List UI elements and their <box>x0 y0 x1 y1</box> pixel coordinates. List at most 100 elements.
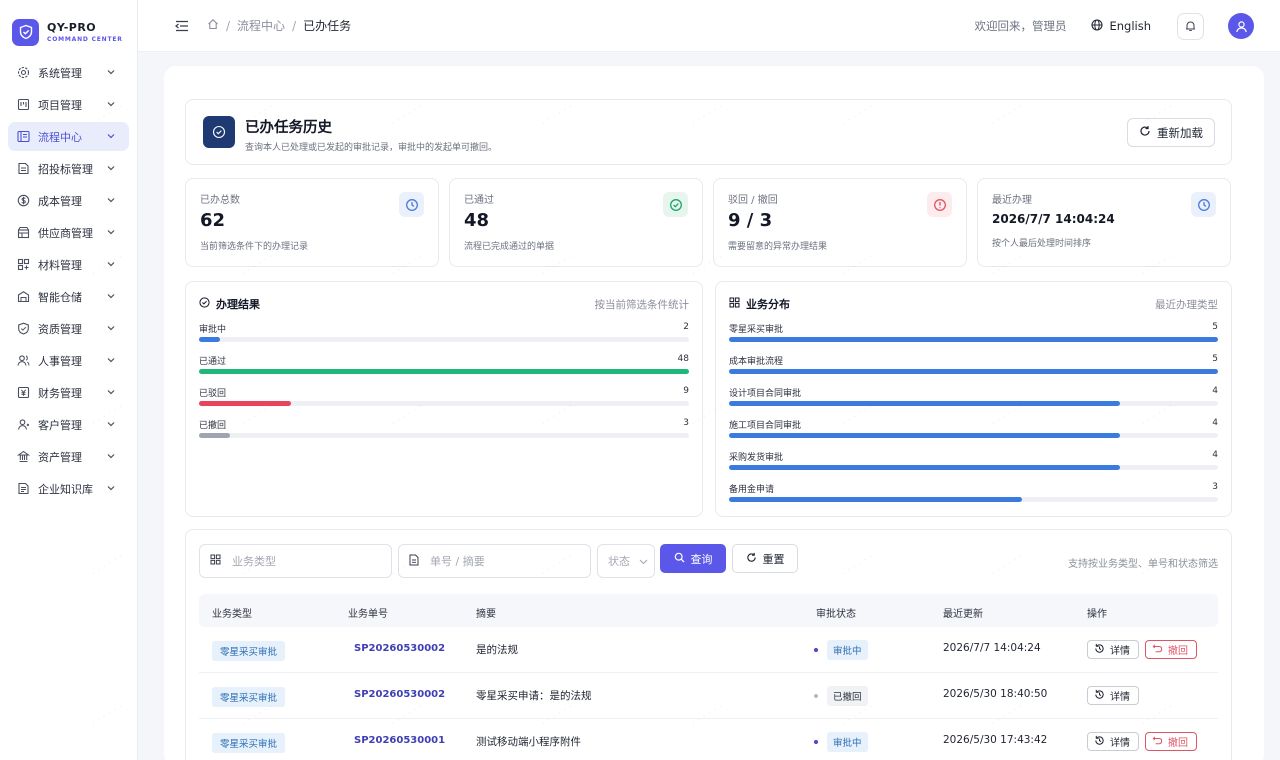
chevron-down-icon <box>106 131 116 141</box>
distribution-bar <box>199 369 689 374</box>
stat-card-latest: 最近办理 2026/7/7 14:04:24 按个人最后处理时间排序 <box>977 178 1231 267</box>
order-number-link[interactable]: SP20260530002 <box>354 689 445 700</box>
alert-circle-icon <box>927 192 952 217</box>
status-label: 审批中 <box>827 732 868 752</box>
business-note: 最近办理类型 <box>1155 299 1218 311</box>
sidebar: QY-PRO COMMAND CENTER 系统管理项目管理流程中心招投标管理成… <box>0 0 138 760</box>
table-row[interactable]: 零星采买审批 SP20260530001 测试移动端小程序附件 审批中 2026/5/3… <box>199 719 1218 760</box>
detail-button[interactable]: 详情 <box>1087 640 1139 659</box>
row-actions: 详情 撤回 <box>1087 732 1197 751</box>
breadcrumb-separator: / <box>226 18 231 33</box>
cost-icon <box>17 194 30 207</box>
sidebar-item-label: 系统管理 <box>38 66 82 80</box>
sidebar-item[interactable]: 项目管理 <box>8 90 129 119</box>
revoke-button[interactable]: 撤回 <box>1145 732 1197 751</box>
distribution-label: 采购发货审批 <box>729 453 784 463</box>
status-badge: 审批中 <box>814 732 868 752</box>
business-type-tag: 零星采买审批 <box>212 687 286 707</box>
history-icon <box>1094 689 1105 703</box>
language-switch[interactable]: English <box>1091 18 1151 34</box>
query-button[interactable]: 查询 <box>660 544 726 573</box>
sidebar-item-label: 人事管理 <box>38 354 82 368</box>
sidebar-item[interactable]: 招投标管理 <box>8 154 129 183</box>
distribution-label: 备用金申请 <box>729 485 775 495</box>
document-icon <box>409 554 419 569</box>
stat-card-rejected: 驳回 / 撤回 9 / 3 需要留意的异常办理结果 <box>713 178 967 267</box>
breadcrumb: / 流程中心 / 已办任务 <box>207 17 351 34</box>
distribution-row: 备用金申请 3 <box>729 482 1218 508</box>
home-icon[interactable] <box>207 18 219 33</box>
distribution-row: 已通过 48 <box>199 354 689 380</box>
detail-button[interactable]: 详情 <box>1087 732 1139 751</box>
sidebar-item[interactable]: 供应商管理 <box>8 218 129 247</box>
status-badge: 已撤回 <box>814 686 868 706</box>
sidebar-item[interactable]: 智能仓储 <box>8 282 129 311</box>
logo[interactable]: QY-PRO COMMAND CENTER <box>0 0 137 52</box>
table-row[interactable]: 零星采买审批 SP20260530002 是的法规 审批中 2026/7/7 14:04… <box>199 627 1218 673</box>
menu-toggle-icon[interactable] <box>175 19 189 33</box>
distribution-bar <box>199 337 220 342</box>
updated-time: 2026/7/7 14:04:24 <box>943 642 1041 654</box>
distribution-value: 4 <box>1212 386 1218 396</box>
sidebar-item[interactable]: 企业知识库 <box>8 474 129 503</box>
order-number-link[interactable]: SP20260530002 <box>354 643 445 654</box>
business-type-tag: 零星采买审批 <box>212 733 286 753</box>
status-select[interactable]: 状态 <box>597 544 655 578</box>
distribution-row: 零星采买审批 5 <box>729 322 1218 348</box>
language-label: English <box>1109 19 1151 33</box>
distribution-track <box>729 497 1218 502</box>
sidebar-item-label: 流程中心 <box>38 130 82 144</box>
order-search-input[interactable]: 单号 / 摘要 <box>398 544 591 578</box>
filter-hint: 支持按业务类型、单号和状态筛选 <box>1068 559 1218 570</box>
sidebar-item[interactable]: 流程中心 <box>8 122 129 151</box>
clock-icon <box>399 192 424 217</box>
grid-icon <box>210 554 221 568</box>
distribution-row: 审批中 2 <box>199 322 689 348</box>
order-number-link[interactable]: SP20260530001 <box>354 735 445 746</box>
flow-icon <box>17 130 30 143</box>
table-row[interactable]: 零星采买审批 SP20260530002 零星采买申请：是的法规 已撤回 2026/5/… <box>199 673 1218 719</box>
sidebar-item[interactable]: 资产管理 <box>8 442 129 471</box>
sidebar-item[interactable]: 资质管理 <box>8 314 129 343</box>
reload-button[interactable]: 重新加载 <box>1127 118 1215 147</box>
updated-time: 2026/5/30 18:40:50 <box>943 688 1048 700</box>
order-search-placeholder: 单号 / 摘要 <box>430 555 485 568</box>
col-actions: 操作 <box>1087 609 1107 620</box>
notification-button[interactable] <box>1177 12 1204 40</box>
knowledge-icon <box>17 482 30 495</box>
customer-icon <box>17 418 30 431</box>
detail-button[interactable]: 详情 <box>1087 686 1139 705</box>
revoke-button[interactable]: 撤回 <box>1145 640 1197 659</box>
summary-text: 测试移动端小程序附件 <box>476 736 581 748</box>
detail-label: 详情 <box>1110 646 1130 657</box>
gear-icon <box>17 66 30 79</box>
results-card: 办理结果 按当前筛选条件统计 审批中 2 已通过 48 已驳回 9 已撤回 3 <box>185 281 703 517</box>
chevron-down-icon <box>106 483 116 493</box>
sidebar-item-label: 智能仓储 <box>38 290 82 304</box>
page-description: 查询本人已处理或已发起的审批记录，审批中的发起单可撤回。 <box>245 143 498 153</box>
business-type-filter[interactable]: 业务类型 <box>199 544 392 578</box>
reset-button[interactable]: 重置 <box>732 544 798 573</box>
sidebar-item[interactable]: 财务管理 <box>8 378 129 407</box>
stat-value: 62 <box>200 210 226 231</box>
stat-label: 已办总数 <box>200 195 240 206</box>
sidebar-item-label: 成本管理 <box>38 194 82 208</box>
history-icon <box>1094 643 1105 657</box>
finance-icon <box>17 386 30 399</box>
distribution-row: 施工项目合同审批 4 <box>729 418 1218 444</box>
row-actions: 详情 <box>1087 686 1139 705</box>
avatar[interactable] <box>1228 13 1254 39</box>
sidebar-item[interactable]: 客户管理 <box>8 410 129 439</box>
stat-hint: 流程已完成通过的单据 <box>464 242 555 252</box>
distribution-bar <box>199 401 292 406</box>
sidebar-item-label: 客户管理 <box>38 418 82 432</box>
stat-value: 48 <box>464 210 490 231</box>
sidebar-item[interactable]: 人事管理 <box>8 346 129 375</box>
sidebar-item[interactable]: 系统管理 <box>8 58 129 87</box>
sidebar-item[interactable]: 材料管理 <box>8 250 129 279</box>
distribution-label: 已驳回 <box>199 389 227 399</box>
page-title: 已办任务历史 <box>245 120 332 136</box>
breadcrumb-flow-center[interactable]: 流程中心 <box>237 17 285 34</box>
sidebar-item[interactable]: 成本管理 <box>8 186 129 215</box>
check-circle-icon <box>663 192 688 217</box>
